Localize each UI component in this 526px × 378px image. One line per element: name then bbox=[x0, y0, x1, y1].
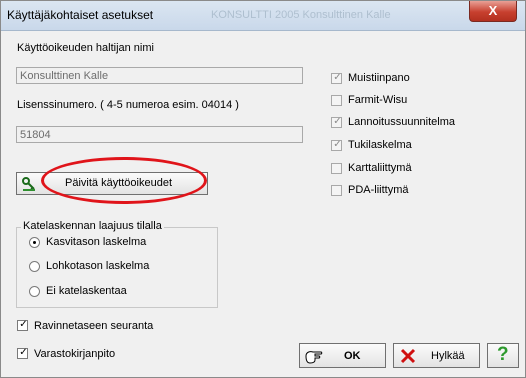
radio-label: Lohkotason laskelma bbox=[46, 260, 150, 272]
cancel-label: Hylkää bbox=[431, 350, 465, 362]
module-checkbox[interactable] bbox=[331, 163, 342, 174]
module-label: Tukilaskelma bbox=[348, 139, 412, 151]
radio-selected-dot bbox=[33, 241, 36, 244]
help-question-icon: ? bbox=[497, 344, 509, 365]
title-bar[interactable]: Käyttäjäkohtaiset asetukset KONSULTTI 20… bbox=[1, 1, 525, 31]
checkmark-icon: ✓ bbox=[19, 319, 28, 330]
settings-dialog: Käyttäjäkohtaiset asetukset KONSULTTI 20… bbox=[0, 0, 526, 378]
module-label: Karttaliittymä bbox=[348, 162, 412, 174]
radio-label: Kasvitason laskelma bbox=[46, 236, 147, 248]
holder-name-label: Käyttöoikeuden haltijan nimi bbox=[17, 42, 154, 54]
radio-label: Ei katelaskentaa bbox=[46, 285, 127, 297]
module-checkbox[interactable] bbox=[331, 95, 342, 106]
ok-button[interactable]: OK bbox=[299, 343, 386, 368]
holder-name-field[interactable]: Konsulttinen Kalle bbox=[16, 67, 303, 84]
module-label: Farmit-Wisu bbox=[348, 94, 408, 106]
highlight-oval bbox=[41, 157, 207, 204]
checkmark-icon: ✓ bbox=[333, 139, 342, 150]
ok-label: OK bbox=[344, 350, 361, 362]
module-label: PDA-liittymä bbox=[348, 184, 409, 196]
cancel-button[interactable]: Hylkää bbox=[393, 343, 480, 368]
window-title: Käyttäjäkohtaiset asetukset bbox=[7, 8, 154, 22]
help-button[interactable]: ? bbox=[487, 343, 519, 368]
calc-scope-title: Katelaskennan laajuus tilalla bbox=[21, 220, 164, 232]
checkmark-icon: ✓ bbox=[333, 72, 342, 83]
radio-ei-katelaskentaa[interactable] bbox=[29, 286, 40, 297]
module-checkbox[interactable]: ✓ bbox=[331, 139, 342, 151]
module-label: Lannoitussuunnitelma bbox=[348, 116, 456, 128]
close-button[interactable]: X bbox=[469, 1, 517, 22]
module-checkbox[interactable]: ✓ bbox=[331, 116, 342, 128]
radio-lohkotaso[interactable] bbox=[29, 261, 40, 272]
red-x-icon bbox=[400, 348, 416, 364]
checkmark-icon: ✓ bbox=[333, 116, 342, 127]
module-label: Muistiinpano bbox=[348, 72, 410, 84]
background-window-title: KONSULTTI 2005 Konsulttinen Kalle bbox=[211, 9, 391, 21]
key-icon bbox=[22, 177, 35, 191]
stock-accounting-label: Varastokirjanpito bbox=[34, 348, 116, 360]
hand-icon bbox=[305, 351, 323, 364]
license-number-field[interactable]: 51804 bbox=[16, 126, 303, 143]
stock-accounting-checkbox[interactable]: ✓ bbox=[17, 347, 28, 359]
nutrient-balance-label: Ravinnetaseen seuranta bbox=[34, 320, 154, 332]
holder-name-value: Konsulttinen Kalle bbox=[20, 70, 109, 82]
license-number-label: Lisenssinumero. ( 4-5 numeroa esim. 0401… bbox=[17, 99, 239, 111]
radio-kasvitaso[interactable] bbox=[29, 237, 40, 248]
nutrient-balance-checkbox[interactable]: ✓ bbox=[17, 319, 28, 331]
checkmark-icon: ✓ bbox=[19, 347, 28, 358]
module-checkbox[interactable]: ✓ bbox=[331, 72, 342, 84]
close-icon: X bbox=[488, 3, 498, 18]
module-checkbox[interactable] bbox=[331, 185, 342, 196]
license-number-value: 51804 bbox=[20, 129, 51, 141]
